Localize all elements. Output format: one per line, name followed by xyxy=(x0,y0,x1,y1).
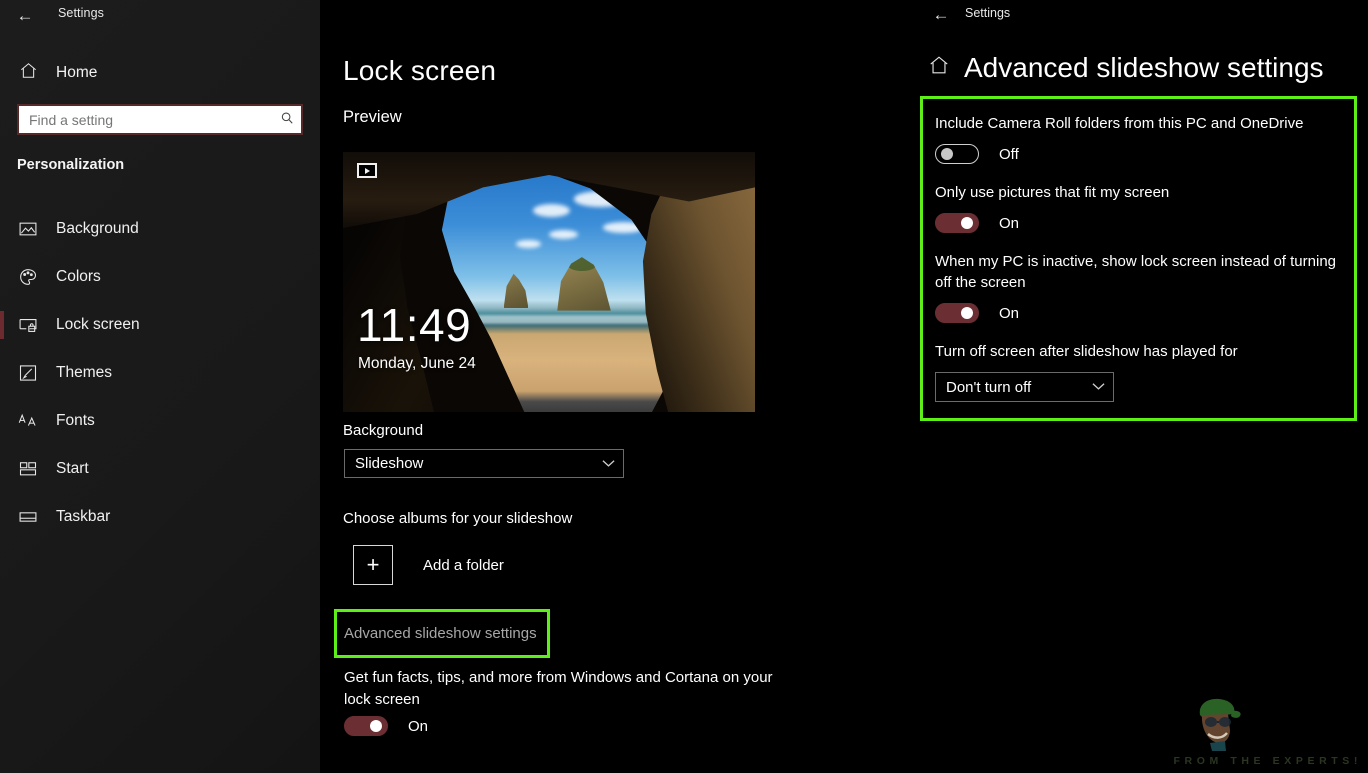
cortana-tips-label: Get fun facts, tips, and more from Windo… xyxy=(344,667,784,711)
cortana-tips-toggle[interactable] xyxy=(344,716,388,736)
app-title: Settings xyxy=(58,6,104,20)
sidebar: ← Settings Home Personalization xyxy=(0,0,320,773)
fit-my-screen-label: Only use pictures that fit my screen xyxy=(935,182,1342,203)
font-icon xyxy=(0,411,56,431)
inactive-show-lock-screen-label: When my PC is inactive, show lock screen… xyxy=(935,251,1342,293)
sidebar-item-background[interactable]: Background xyxy=(0,205,320,253)
inactive-show-lock-screen-toggle[interactable] xyxy=(935,303,979,323)
advanced-slideshow-settings-highlight: Advanced slideshow settings xyxy=(334,609,550,658)
sidebar-item-taskbar[interactable]: Taskbar xyxy=(0,493,320,541)
home-icon xyxy=(0,61,56,85)
background-dropdown[interactable]: Slideshow xyxy=(344,449,624,478)
settings-window: ← Settings Home Personalization xyxy=(0,0,1368,773)
lock-screen-preview[interactable]: 11:49 Monday, June 24 xyxy=(343,152,755,412)
include-camera-roll-toggle-row: Off xyxy=(935,144,1342,164)
include-camera-roll-state: Off xyxy=(999,146,1019,163)
turn-off-screen-combo-wrap: Don't turn off xyxy=(935,372,1342,402)
plus-icon: + xyxy=(353,545,393,585)
add-folder-button[interactable]: + Add a folder xyxy=(353,545,504,585)
sidebar-item-fonts[interactable]: Fonts xyxy=(0,397,320,445)
brush-icon xyxy=(0,363,56,383)
cortana-tips-toggle-row: On xyxy=(344,716,428,736)
search-icon[interactable] xyxy=(273,111,301,128)
chevron-down-icon xyxy=(593,457,623,471)
sidebar-titlebar: ← Settings xyxy=(0,0,320,32)
sidebar-item-label: Fonts xyxy=(56,412,95,430)
fit-my-screen-toggle-row: On xyxy=(935,213,1342,233)
chevron-down-icon xyxy=(1083,380,1113,394)
sidebar-item-label: Colors xyxy=(56,268,101,286)
lock-screen-icon xyxy=(0,315,56,335)
sidebar-group-title: Personalization xyxy=(17,157,124,173)
fit-my-screen-toggle[interactable] xyxy=(935,213,979,233)
turn-off-screen-label: Turn off screen after slideshow has play… xyxy=(935,341,1342,362)
sidebar-item-lock-screen[interactable]: Lock screen xyxy=(0,301,320,349)
page-title: Lock screen xyxy=(343,55,496,87)
sidebar-item-label: Background xyxy=(56,220,139,238)
advanced-slideshow-settings-panel: ← Settings Advanced slideshow settings I… xyxy=(920,0,1368,773)
choose-albums-label: Choose albums for your slideshow xyxy=(343,510,572,527)
advanced-options-highlight: Include Camera Roll folders from this PC… xyxy=(920,96,1357,421)
sidebar-item-label: Themes xyxy=(56,364,112,382)
start-tiles-icon xyxy=(0,459,56,479)
app-title: Settings xyxy=(965,6,1010,20)
sidebar-item-label: Taskbar xyxy=(56,508,110,526)
sidebar-home-label: Home xyxy=(56,64,97,82)
picture-icon xyxy=(0,219,56,239)
palette-icon xyxy=(0,267,56,287)
fit-my-screen-state: On xyxy=(999,215,1019,232)
inactive-show-lock-screen-toggle-row: On xyxy=(935,303,1342,323)
back-arrow-icon[interactable]: ← xyxy=(928,3,954,27)
taskbar-icon xyxy=(0,507,56,527)
panel-title: Advanced slideshow settings xyxy=(964,52,1324,84)
sidebar-item-label: Start xyxy=(56,460,89,478)
preview-clock-date: Monday, June 24 xyxy=(358,355,476,373)
background-dropdown-value: Slideshow xyxy=(345,455,593,472)
sidebar-nav-list: Background Colors Lock xyxy=(0,205,320,541)
sidebar-item-themes[interactable]: Themes xyxy=(0,349,320,397)
sidebar-item-start[interactable]: Start xyxy=(0,445,320,493)
preview-clock-time: 11:49 xyxy=(357,298,471,352)
add-folder-label: Add a folder xyxy=(423,557,504,574)
background-label: Background xyxy=(343,422,423,439)
preview-section-label: Preview xyxy=(343,108,402,127)
inactive-show-lock-screen-state: On xyxy=(999,305,1019,322)
include-camera-roll-toggle[interactable] xyxy=(935,144,979,164)
include-camera-roll-label: Include Camera Roll folders from this PC… xyxy=(935,113,1342,134)
home-icon[interactable] xyxy=(928,54,950,82)
sidebar-item-home[interactable]: Home xyxy=(0,56,320,90)
search-box[interactable] xyxy=(17,104,303,135)
slideshow-play-icon xyxy=(357,163,377,178)
search-input[interactable] xyxy=(19,112,273,128)
turn-off-screen-value: Don't turn off xyxy=(936,379,1083,396)
turn-off-screen-dropdown[interactable]: Don't turn off xyxy=(935,372,1114,402)
sidebar-item-colors[interactable]: Colors xyxy=(0,253,320,301)
advanced-slideshow-settings-link[interactable]: Advanced slideshow settings xyxy=(337,625,537,642)
cortana-tips-toggle-state: On xyxy=(408,718,428,735)
back-arrow-icon[interactable]: ← xyxy=(12,4,38,28)
sidebar-item-label: Lock screen xyxy=(56,316,140,334)
